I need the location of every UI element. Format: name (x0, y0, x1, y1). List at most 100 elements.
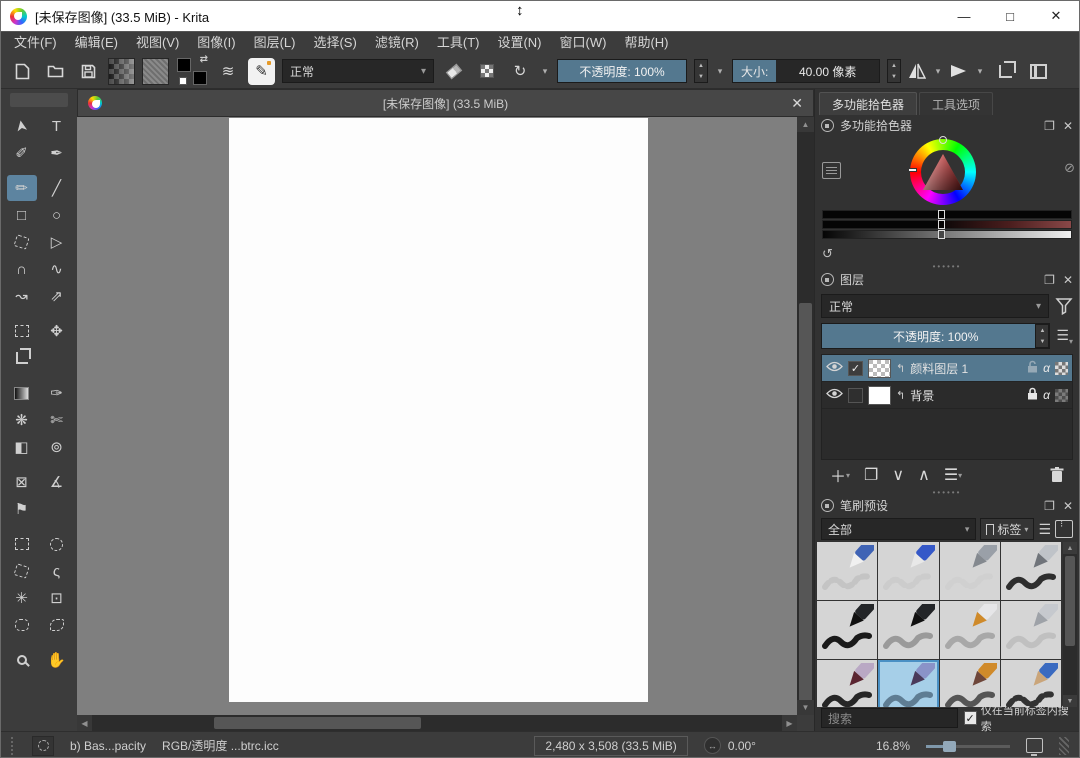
assistants-tool[interactable]: ⊠ (7, 469, 37, 495)
layer-row[interactable]: ✓↰颜料图层 1α (822, 355, 1072, 382)
brush-preset-eraser-soft[interactable] (940, 542, 1000, 600)
shade-bar-2[interactable] (822, 220, 1072, 229)
edit-shapes-tool[interactable]: ✐ (7, 140, 37, 166)
brush-scrollbar-thumb[interactable] (1065, 556, 1075, 646)
brush-grid-scrollbar[interactable]: ▲ ▼ (1063, 542, 1077, 707)
move-layer-up-button[interactable]: ∧ (913, 462, 935, 488)
calligraphy-tool[interactable]: ✒ (42, 140, 72, 166)
chevron-down-icon[interactable]: ▾ (540, 66, 550, 77)
transform-tool[interactable] (7, 318, 37, 344)
freehand-path-tool[interactable]: ∿ (42, 256, 72, 282)
scroll-right-icon[interactable]: ▶ (782, 715, 797, 731)
zoom-level-label[interactable]: 16.8% (876, 739, 910, 753)
canvas-rotation-icon[interactable]: ↔ (704, 737, 721, 754)
brush-preset-paint-blender[interactable] (817, 660, 877, 707)
layer-opacity-spinner[interactable]: ▲▼ (1035, 324, 1049, 348)
float-docker-icon[interactable]: ❐ (1044, 273, 1055, 287)
menu-item[interactable]: 视图(V) (127, 32, 188, 54)
close-docker-icon[interactable]: ✕ (1063, 273, 1073, 287)
menu-item[interactable]: 选择(S) (304, 32, 365, 54)
close-docker-icon[interactable]: ✕ (1063, 499, 1073, 513)
mirror-vertical-button[interactable] (950, 63, 968, 79)
minimize-button[interactable]: — (941, 1, 987, 31)
layer-visibility-icon[interactable] (826, 388, 843, 402)
color-profile-label[interactable]: RGB/透明度 ...btrc.icc (162, 737, 279, 754)
freehand-selection-tool[interactable]: ς (42, 558, 72, 584)
reload-preset-button[interactable]: ↻ (507, 58, 533, 84)
menu-item[interactable]: 图像(I) (188, 32, 244, 54)
background-color-swatch[interactable] (193, 71, 207, 85)
polyline-tool[interactable]: ▷ (42, 229, 72, 255)
delete-layer-button[interactable] (1045, 462, 1069, 488)
tag-button[interactable]: 标签 ▾ (980, 518, 1034, 540)
ellipse-tool[interactable]: ○ (42, 202, 72, 228)
brush-preset-eraser-pen[interactable] (878, 542, 938, 600)
foreground-color-swatch[interactable] (177, 58, 191, 72)
opacity-spinner[interactable]: ▲▼ (694, 59, 708, 83)
menu-item[interactable]: 编辑(E) (66, 32, 127, 54)
colorize-mask-tool[interactable]: ❋ (7, 407, 37, 433)
brush-preset-ink-precision[interactable] (1001, 601, 1061, 659)
lock-docker-icon[interactable] (821, 499, 834, 512)
menu-item[interactable]: 帮助(H) (615, 32, 677, 54)
inherit-alpha-icon[interactable] (1055, 362, 1068, 375)
toolbox-drag-handle[interactable] (10, 93, 68, 107)
float-docker-icon[interactable]: ❐ (1044, 119, 1055, 133)
lock-docker-icon[interactable] (821, 119, 834, 132)
float-docker-icon[interactable]: ❐ (1044, 499, 1055, 513)
measure-tool[interactable]: ∡ (42, 469, 72, 495)
layer-visibility-icon[interactable] (826, 361, 843, 375)
lock-docker-icon[interactable] (821, 273, 834, 286)
dynamic-brush-tool[interactable]: ↝ (7, 283, 37, 309)
crop-frame-button[interactable] (992, 58, 1018, 84)
elliptical-selection-tool[interactable] (42, 531, 72, 557)
new-document-button[interactable] (9, 58, 35, 84)
brush-search-input[interactable]: 搜索 (821, 708, 958, 728)
scroll-up-icon[interactable]: ▲ (1063, 542, 1077, 554)
zoom-tool[interactable] (7, 647, 37, 673)
bezier-selection-tool[interactable] (7, 612, 37, 638)
shade-bar-3[interactable] (822, 230, 1072, 239)
smart-patch-tool[interactable]: ✄ (42, 407, 72, 433)
brush-preset-ink-gpen[interactable] (817, 601, 877, 659)
horizontal-scrollbar[interactable]: ◀ ▶ (77, 715, 797, 731)
enclose-fill-tool[interactable]: ⊚ (42, 434, 72, 460)
zoom-slider[interactable] (926, 740, 1010, 752)
fullscreen-mode-icon[interactable] (1026, 738, 1043, 753)
gradient-tool[interactable] (7, 380, 37, 406)
shade-bar-1[interactable] (822, 210, 1072, 219)
canvas-viewport[interactable]: ▲ ▼ ◀ ▶ (77, 117, 814, 731)
filter-funnel-icon[interactable] (1055, 297, 1073, 315)
polygonal-selection-tool[interactable] (7, 558, 37, 584)
scroll-down-icon[interactable]: ▼ (1063, 695, 1077, 707)
preserve-alpha-button[interactable] (474, 58, 500, 84)
brush-preset-ink-ballpen[interactable] (940, 601, 1000, 659)
fill-tool[interactable]: ◧ (7, 434, 37, 460)
tab-tool-options[interactable]: 工具选项 (919, 92, 993, 115)
multibrush-tool[interactable]: ⇗ (42, 283, 72, 309)
menu-item[interactable]: 工具(T) (428, 32, 489, 54)
swap-colors-icon[interactable]: ⇄ (200, 54, 208, 65)
workspace-chooser-button[interactable] (1025, 58, 1051, 84)
layer-row[interactable]: ↰背景α (822, 382, 1072, 409)
pan-tool[interactable]: ✋ (42, 647, 72, 673)
preset-details-icon[interactable] (1055, 520, 1073, 538)
layer-options-menu-icon[interactable]: ☰▾ (1056, 327, 1073, 346)
brush-size-slider[interactable]: 大小: 40.00 像素 (732, 59, 880, 83)
no-color-icon[interactable]: ⊘ (1064, 160, 1075, 176)
line-tool[interactable]: ╱ (42, 175, 72, 201)
pattern-chooser-button[interactable] (142, 58, 169, 85)
scroll-up-icon[interactable]: ▲ (797, 117, 814, 132)
mirror-horizontal-button[interactable] (908, 63, 926, 79)
canvas-background[interactable] (77, 117, 797, 715)
rectangle-tool[interactable]: □ (7, 202, 37, 228)
refresh-shades-icon[interactable]: ↺ (822, 246, 833, 262)
foreground-background-colors[interactable]: ⇄ (176, 57, 208, 85)
save-button[interactable] (75, 58, 101, 84)
similar-color-selection-tool[interactable]: ⊡ (42, 585, 72, 611)
reset-colors-swatch[interactable] (179, 77, 187, 85)
reference-images-tool[interactable]: ⚑ (7, 496, 37, 522)
menu-item[interactable]: 窗口(W) (551, 32, 616, 54)
crop-tool[interactable] (7, 345, 37, 371)
layer-properties-button[interactable]: ☰▾ (939, 462, 967, 488)
